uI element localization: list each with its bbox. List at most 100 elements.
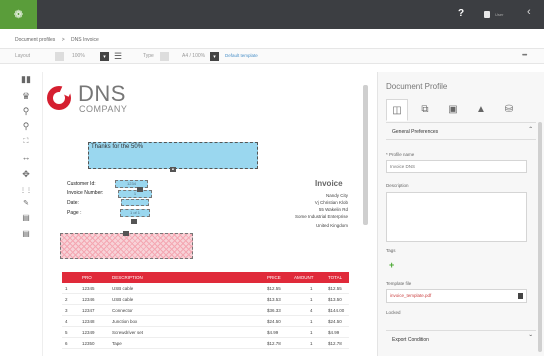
cell: 12346 [82, 297, 95, 302]
cell: Tape [112, 341, 122, 346]
cell: $24.50 [267, 319, 281, 324]
cell: $13.53 [267, 297, 281, 302]
more-icon[interactable]: •••• [522, 53, 528, 59]
cell: 1 [310, 286, 313, 291]
profile-name-label: * Profile name [386, 152, 415, 157]
date-field[interactable] [121, 199, 149, 206]
header-icon[interactable]: ▤ [19, 212, 33, 224]
type-select[interactable] [160, 52, 169, 61]
fit-page-icon[interactable]: ⛶ [19, 136, 33, 148]
description-field[interactable] [386, 192, 527, 242]
database-icon[interactable]: ⛁ [498, 99, 520, 121]
app-logo-icon[interactable]: ❁ [0, 0, 37, 29]
cell: $24.50 [328, 319, 342, 324]
type-label: Type [143, 53, 154, 59]
chevron-up-icon[interactable]: ˆ [529, 126, 532, 135]
template-link[interactable]: Default template [225, 53, 258, 58]
cell: 12349 [82, 330, 95, 335]
zoom-out-icon[interactable]: ⚲ [19, 120, 33, 132]
column-header: AMOUNT [294, 275, 314, 280]
add-tag-icon[interactable]: + [389, 260, 394, 270]
column-header: DESCRIPTION [112, 275, 143, 280]
date-label: Date: [67, 200, 79, 206]
cell: 1 [310, 341, 313, 346]
cell: Junction box [112, 319, 138, 324]
breadcrumb-separator: > [61, 37, 65, 43]
image-icon[interactable]: ▣ [442, 99, 464, 121]
tags-label: Tags [386, 248, 396, 253]
user-label[interactable]: User [495, 12, 503, 17]
template-file-field[interactable]: invoice_template.pdf [386, 289, 527, 303]
breadcrumb: Document profiles > DNS Invoice [15, 37, 104, 43]
invoice-number-label: Invoice Number: [67, 190, 104, 196]
table-row: 4 12348 Junction box $24.50 1 $24.50 [62, 316, 349, 327]
cell: Screwdriver set [112, 330, 144, 335]
general-preferences-section[interactable]: General Preferences ˆ [386, 122, 536, 140]
export-condition-section[interactable]: Export Condition ˇ [386, 330, 536, 348]
cell: 12348 [82, 319, 95, 324]
help-icon[interactable]: ? [458, 8, 464, 19]
address-line: Some Industrial Enterprise [294, 214, 348, 219]
cell: 1 [65, 286, 68, 291]
cell: 12350 [82, 341, 95, 346]
address-line: 55 Wakelin Rd [318, 207, 348, 212]
cell: 4 [65, 319, 68, 324]
invoice-number-field[interactable]: 1 [118, 190, 152, 198]
cell: $12.78 [267, 341, 281, 346]
cell: $4.99 [267, 330, 279, 335]
cell: $12.78 [328, 341, 342, 346]
edit-icon[interactable]: ✎ [19, 198, 33, 210]
cell: USB cable [112, 297, 134, 302]
table-header: PRO DESCRIPTION PRICE AMOUNT TOTAL [62, 272, 349, 283]
table-row: 2 12346 USB cable $13.53 1 $13.50 [62, 294, 349, 305]
thanks-text: Thanks for the 50% [91, 144, 144, 150]
thanks-text-field[interactable]: Thanks for the 50% ■ [88, 142, 258, 172]
layout-select[interactable] [55, 52, 64, 61]
fit-width-icon[interactable]: ↔ [19, 151, 33, 163]
company-logo-icon [47, 86, 71, 110]
top-bar: ❁ ? User ‹ [0, 0, 544, 29]
page-field[interactable]: 1 of 1 [120, 209, 150, 217]
page-label: Page : [67, 210, 82, 216]
stamp-icon[interactable]: ▲ [470, 99, 492, 121]
user-icon[interactable] [484, 11, 490, 18]
page-dropdown-icon[interactable]: ▾ [210, 52, 219, 61]
description-label: Description [386, 183, 409, 188]
cell: 1 [310, 330, 313, 335]
zoom-value[interactable]: 100% [72, 53, 85, 59]
footer-icon[interactable]: ▤ [19, 228, 33, 240]
resize-handle[interactable]: ■ [170, 167, 176, 172]
dropdown-icon[interactable]: ▾ [100, 52, 109, 61]
resize-handle[interactable] [131, 219, 137, 224]
profile-name-field[interactable]: Invoice DNS [386, 160, 527, 173]
image-placeholder[interactable] [60, 231, 193, 259]
page-icon[interactable]: ◫ [386, 99, 408, 121]
resize-handle[interactable] [137, 187, 143, 192]
locked-checkbox[interactable]: Locked [386, 310, 401, 315]
dots-icon[interactable]: ⋮⋮ [19, 185, 33, 197]
cell: $13.50 [328, 297, 342, 302]
crown-icon[interactable]: ♛ [19, 90, 33, 102]
page-size-value[interactable]: A4 / 100% [182, 53, 205, 59]
chevron-left-icon[interactable]: ‹ [527, 6, 531, 18]
column-header: TOTAL [328, 275, 343, 280]
trash-icon[interactable] [518, 293, 523, 299]
invoice-title: Invoice [315, 179, 343, 188]
breadcrumb-link[interactable]: Document profiles [15, 37, 55, 43]
canvas-scrollbar[interactable] [363, 85, 368, 225]
grid-icon[interactable]: ▮▮ [19, 73, 33, 85]
customer-id-field[interactable]: 1234 [115, 180, 148, 188]
zoom-in-icon[interactable]: ⚲ [19, 105, 33, 117]
table-row: 1 12345 USB cable $12.55 1 $12.55 [62, 283, 349, 294]
copy-icon[interactable]: ⧉ [414, 99, 436, 121]
left-toolbar: ▮▮ ♛ ⚲ ⚲ ⛶ ↔ ✥ ⋮⋮ ✎ ▤ ▤ [15, 73, 37, 273]
move-icon[interactable]: ✥ [19, 168, 33, 180]
resize-handle[interactable] [123, 231, 129, 236]
section-label: General Preferences [392, 129, 439, 135]
cell: $4.99 [328, 330, 340, 335]
panel-tabs: ◫ ⧉ ▣ ▲ ⛁ [386, 99, 536, 121]
chevron-down-icon[interactable]: ˇ [529, 334, 532, 343]
panel-scrollbar[interactable] [538, 122, 542, 352]
layout-label: Layout [15, 53, 31, 59]
list-icon[interactable]: ☰ [114, 51, 122, 62]
